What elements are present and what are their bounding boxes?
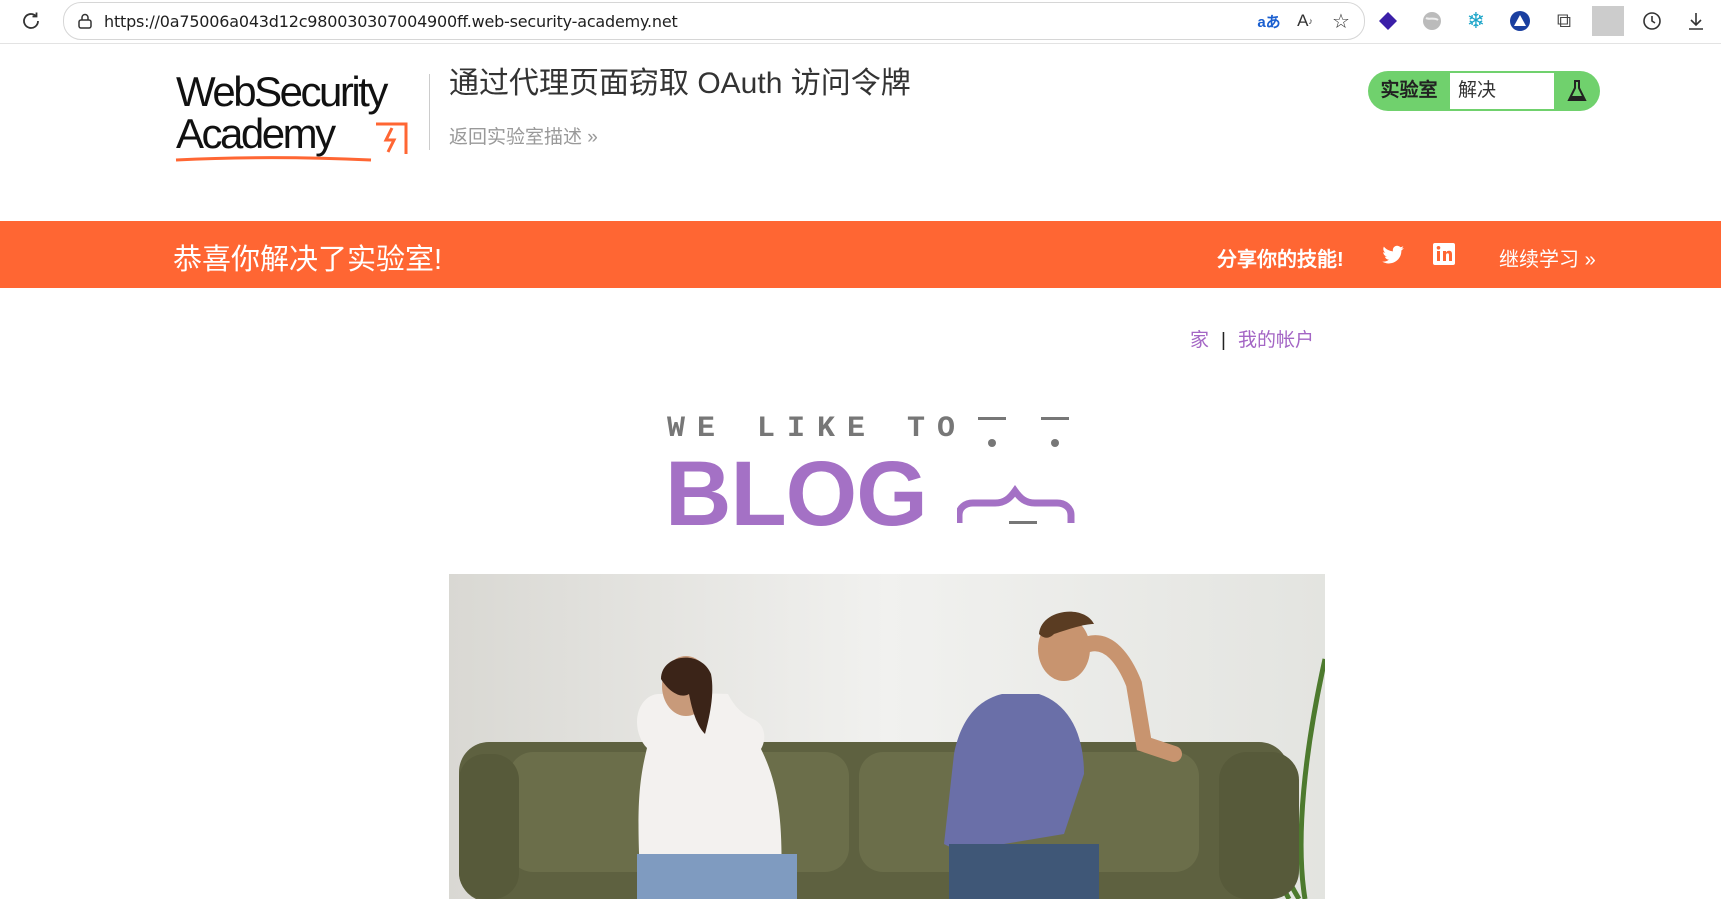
my-account-link[interactable]: 我的帐户: [1238, 330, 1314, 351]
twitter-icon[interactable]: [1380, 242, 1406, 268]
lab-title: 通过代理页面窃取 OAuth 访问令牌: [449, 67, 911, 100]
extension-globe-icon[interactable]: [1416, 6, 1448, 36]
lab-status-widget: 实验室 解决: [1368, 71, 1600, 111]
back-to-lab-description-link[interactable]: 返回实验室描述 »: [449, 122, 598, 149]
continue-link-label: 继续学习: [1499, 249, 1579, 271]
home-link[interactable]: 家: [1190, 330, 1209, 351]
extension-purple-icon[interactable]: [1372, 6, 1404, 36]
reload-button[interactable]: [16, 6, 46, 36]
blog-face-icon: [957, 417, 1075, 524]
blog-post-hero-image[interactable]: [449, 574, 1325, 899]
lab-status-label: 实验室: [1380, 80, 1438, 101]
read-aloud-icon[interactable]: A ♪: [1292, 9, 1318, 33]
toolbar-separator: [1592, 6, 1624, 36]
address-bar[interactable]: https://0a75006a043d12c980030307004900ff…: [63, 2, 1365, 40]
extension-triangle-icon[interactable]: [1504, 6, 1536, 36]
download-icon[interactable]: [1680, 6, 1712, 36]
continue-learning-link[interactable]: 继续学习 »: [1499, 243, 1596, 272]
logo-text-line1: WebSecurity: [176, 68, 388, 115]
url-text[interactable]: https://0a75006a043d12c980030307004900ff…: [104, 12, 678, 31]
lock-icon[interactable]: [76, 12, 94, 30]
extension-snowflake-icon[interactable]: ❄: [1460, 6, 1492, 36]
blog-header-logo: WE LIKE TO BLOG: [665, 408, 1110, 540]
flask-icon[interactable]: [1554, 71, 1600, 111]
translate-icon[interactable]: aあ: [1256, 9, 1282, 33]
favorite-star-icon[interactable]: ☆: [1328, 9, 1354, 33]
logo-underline-icon: [175, 156, 372, 162]
academy-header: WebSecurity Academy 通过代理页面窃取 OAuth 访问令牌 …: [0, 44, 1721, 220]
extensions-puzzle-icon[interactable]: ⧉: [1548, 6, 1580, 36]
page-nav: 家 | 我的帐户: [1190, 325, 1314, 352]
reload-icon: [23, 12, 39, 29]
linkedin-icon[interactable]: [1432, 242, 1456, 266]
nav-separator: |: [1221, 330, 1226, 351]
logo-text-line2: Academy: [176, 110, 336, 157]
lab-status-value: 解决: [1450, 73, 1554, 109]
history-icon[interactable]: [1636, 6, 1668, 36]
web-security-academy-logo[interactable]: WebSecurity Academy: [174, 68, 426, 164]
solved-message: 恭喜你解决了实验室!: [173, 244, 443, 276]
double-chevron-right-icon: »: [1584, 249, 1596, 271]
share-skills-text: 分享你的技能!: [1217, 249, 1344, 271]
blog-word: BLOG: [665, 443, 928, 545]
lab-solved-banner: 恭喜你解决了实验室! 分享你的技能! 继续学习 »: [0, 221, 1721, 288]
double-chevron-right-icon: »: [587, 127, 598, 148]
blog-tagline: WE LIKE TO: [667, 412, 968, 446]
header-divider: [429, 74, 430, 150]
logo-bolt-icon: [376, 122, 408, 154]
browser-toolbar: https://0a75006a043d12c980030307004900ff…: [0, 0, 1721, 44]
back-link-label: 返回实验室描述: [449, 127, 583, 148]
